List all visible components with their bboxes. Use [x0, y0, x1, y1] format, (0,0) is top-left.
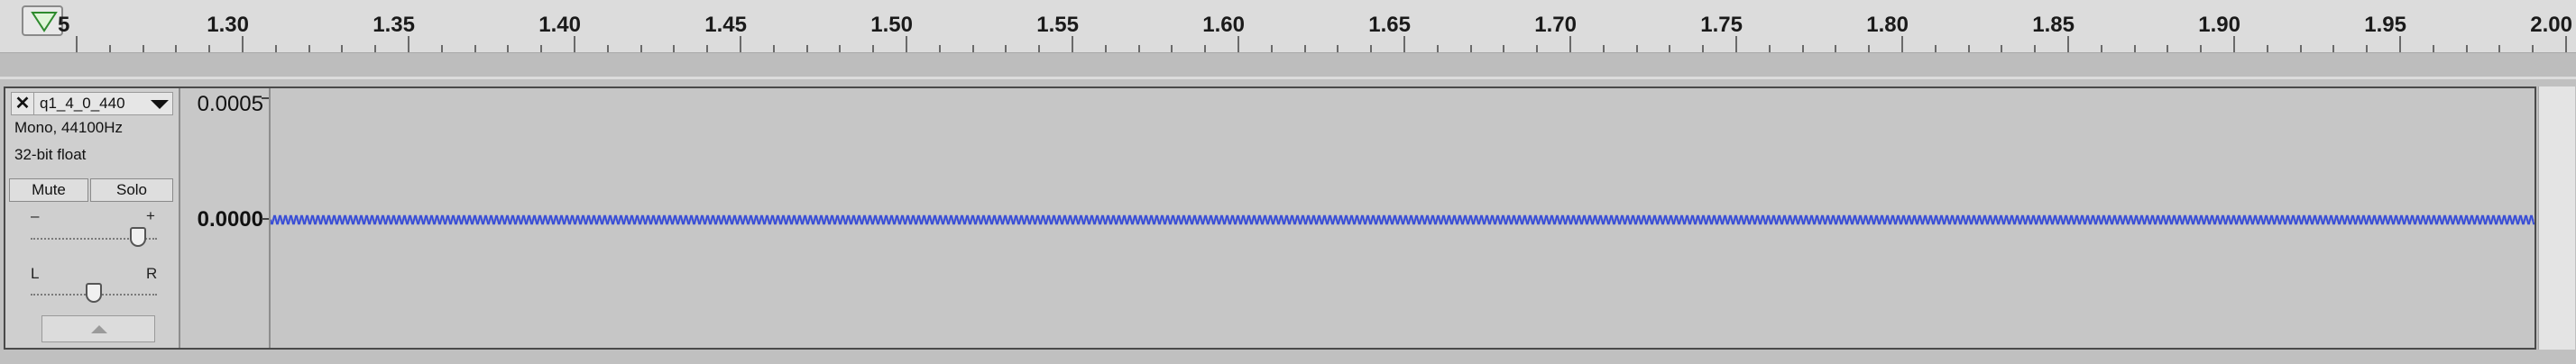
track-control-panel: ✕ q1_4_0_440 Mono, 44100Hz 32-bit float …: [5, 88, 180, 348]
pan-slider-thumb[interactable]: [86, 283, 102, 303]
playhead-triangle-icon: [31, 12, 58, 32]
amplitude-top-tick: [262, 97, 269, 99]
ruler-major-tick: [1735, 36, 1737, 54]
ruler-tick-label: 1.80: [1866, 13, 1909, 37]
ruler-tick-label: 1.55: [1036, 13, 1079, 37]
gain-slider-thumb[interactable]: [130, 227, 146, 247]
close-icon[interactable]: ✕: [12, 93, 34, 114]
waveform-display[interactable]: [271, 88, 2535, 348]
ruler-major-tick: [906, 36, 907, 54]
pan-right-label: R: [146, 265, 158, 282]
ruler-major-tick: [574, 36, 575, 54]
ruler-tick-label: 1.40: [538, 13, 581, 37]
ruler-major-tick: [1569, 36, 1571, 54]
ruler-tick-label: 1.30: [207, 13, 249, 37]
gain-plus-label: +: [146, 207, 155, 224]
collapse-track-button[interactable]: [41, 315, 155, 342]
track-format-depth: 32-bit float: [14, 146, 87, 163]
ruler-tick-label: 1.60: [1202, 13, 1245, 37]
amplitude-zero-label: 0.0000: [197, 207, 263, 232]
ruler-major-tick: [2067, 36, 2069, 54]
pan-left-label: L: [31, 265, 40, 282]
solo-button[interactable]: Solo: [90, 178, 173, 202]
ruler-major-tick: [2399, 36, 2401, 54]
ruler-major-tick: [1072, 36, 1073, 54]
ruler-major-tick: [76, 36, 78, 54]
ruler-strip: [0, 52, 2576, 77]
ruler-tick-label: 1.35: [373, 13, 415, 37]
gain-minus-label: –: [31, 207, 40, 224]
ruler-major-tick: [740, 36, 741, 54]
track-title-bar: ✕ q1_4_0_440: [11, 92, 173, 115]
amplitude-zero-tick: [262, 218, 269, 220]
ruler-major-tick: [2565, 36, 2567, 54]
ruler-major-tick: [1237, 36, 1239, 54]
ruler-tick-label: 1.70: [1534, 13, 1577, 37]
ruler-tick-label: 1.50: [870, 13, 913, 37]
ruler-tick-label: 1.75: [1700, 13, 1743, 37]
ruler-tick-label: 1.45: [704, 13, 747, 37]
amplitude-ruler[interactable]: 0.0005 0.0000: [180, 88, 271, 348]
ruler-tick-label: 1.85: [2032, 13, 2075, 37]
chevron-down-icon[interactable]: [143, 93, 172, 114]
ruler-tick-label: 2.00: [2530, 13, 2572, 37]
ruler-major-tick: [242, 36, 244, 54]
ruler-tick-label: 1.65: [1368, 13, 1411, 37]
amplitude-top-label: 0.0005: [197, 92, 263, 116]
waveform: [271, 214, 2535, 225]
timeline-ruler[interactable]: 5 1.30 1.35 1.40 1.45 1.50 1.55 1.60 1.65 1.70 1.…: [0, 0, 2576, 80]
ruler-major-tick: [1403, 36, 1405, 54]
ruler-major-tick: [2233, 36, 2235, 54]
track-format-rate: Mono, 44100Hz: [14, 119, 124, 136]
vertical-scrollbar[interactable]: [2538, 86, 2575, 350]
ruler-tick-label: 1.90: [2198, 13, 2240, 37]
mute-button[interactable]: Mute: [9, 178, 88, 202]
ruler-tick-label: 1.95: [2364, 13, 2406, 37]
track-name-menu[interactable]: q1_4_0_440: [34, 95, 143, 113]
ruler-major-tick: [408, 36, 409, 54]
ruler-major-tick: [1901, 36, 1903, 54]
ruler-partial-label: 5: [58, 13, 70, 37]
